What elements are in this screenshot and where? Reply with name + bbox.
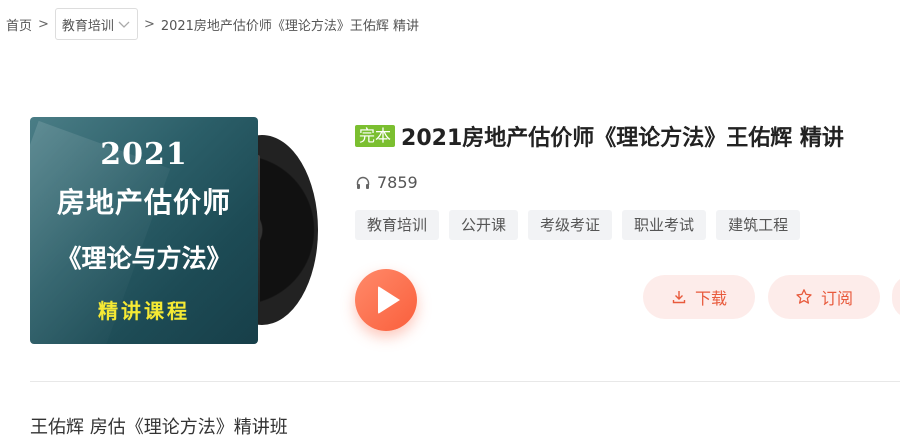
tag-item[interactable]: 教育培训	[355, 210, 440, 240]
subscribe-button[interactable]: 订阅	[768, 275, 880, 319]
cover-title-line3: 精讲课程	[98, 299, 190, 323]
headphones-icon	[356, 176, 370, 189]
download-icon	[672, 291, 686, 304]
play-button[interactable]	[355, 269, 417, 331]
cover-title-line2: 《理论与方法》	[56, 244, 232, 273]
breadcrumb-separator: >	[143, 16, 155, 32]
album-cover-wrapper[interactable]: 2021 房地产估价师 《理论与方法》 精讲课程	[30, 117, 318, 345]
cover-year: 2021	[100, 137, 188, 172]
finished-badge: 完本	[355, 125, 396, 147]
album-description: 王佑辉 房估《理论方法》精讲班	[30, 417, 288, 438]
album-title: 2021房地产估价师《理论方法》王佑辉 精讲	[401, 126, 844, 151]
play-icon	[378, 286, 400, 314]
breadcrumb-category-dropdown[interactable]: 教育培训	[54, 8, 138, 40]
cover-title-line1: 房地产估价师	[56, 186, 231, 219]
album-cover: 2021 房地产估价师 《理论与方法》 精讲课程	[30, 117, 258, 344]
breadcrumb-separator: >	[38, 16, 49, 32]
breadcrumb-home-link[interactable]: 首页	[6, 15, 32, 34]
play-count-value: 7859	[377, 173, 418, 192]
star-icon	[796, 289, 812, 304]
section-divider	[30, 381, 900, 382]
tag-list: 教育培训 公开课 考级考证 职业考试 建筑工程	[355, 210, 810, 240]
more-action-button[interactable]	[892, 275, 900, 319]
breadcrumb-category-label: 教育培训	[61, 18, 114, 34]
breadcrumb-current: 2021房地产估价师《理论方法》王佑辉 精讲	[160, 18, 420, 34]
download-button[interactable]: 下载	[643, 275, 755, 319]
tag-item[interactable]: 考级考证	[528, 210, 613, 240]
chevron-down-icon	[118, 21, 130, 28]
tag-item[interactable]: 职业考试	[622, 210, 707, 240]
subscribe-label: 订阅	[820, 289, 853, 308]
tag-item[interactable]: 建筑工程	[716, 210, 801, 240]
album-title-row: 完本 2021房地产估价师《理论方法》王佑辉 精讲	[355, 120, 900, 152]
play-count: 7859	[355, 173, 418, 192]
tag-item[interactable]: 公开课	[449, 210, 519, 240]
download-label: 下载	[694, 289, 727, 308]
breadcrumb: 首页 > 教育培训 > 2021房地产估价师《理论方法》王佑辉 精讲	[6, 7, 419, 41]
